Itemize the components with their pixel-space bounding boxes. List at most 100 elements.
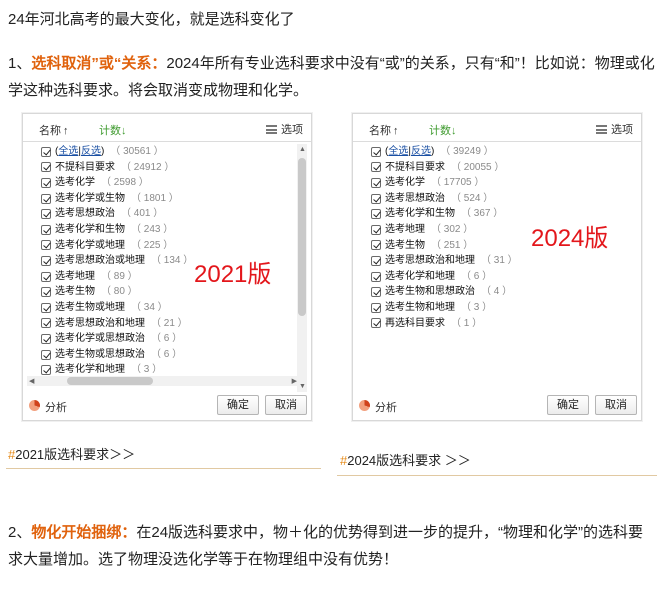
sort-by-count[interactable]: 计数↓ (99, 122, 127, 138)
item-label: 选考生物或思想政治 (55, 348, 145, 360)
checkbox[interactable] (371, 224, 381, 235)
list-item[interactable]: 选考化学 （ 2598 ） (41, 175, 301, 191)
scroll-right-icon[interactable]: ▶ (292, 377, 297, 385)
list-item-select-all[interactable]: (全选 | 反选) （ 39249 ） (371, 144, 631, 160)
scroll-down-icon[interactable]: ▼ (299, 383, 306, 390)
item-count: （ 302 ） (431, 223, 474, 235)
ok-button[interactable]: 确定 (547, 395, 589, 415)
checkbox[interactable] (371, 146, 381, 157)
checkbox[interactable] (371, 240, 381, 251)
item-count: （ 1 ） (451, 317, 483, 329)
list-item-select-all[interactable]: (全选 | 反选) （ 30561 ） (41, 144, 301, 160)
caption-text: 2024版选科要求 ＞＞ (347, 453, 471, 468)
scroll-left-icon[interactable]: ◀ (29, 377, 34, 385)
caption-text: 2021版选科要求＞＞ (15, 447, 136, 462)
list-item[interactable]: 选考化学或思想政治 （ 6 ） (41, 331, 301, 347)
item-label: 选考思想政治 (55, 208, 115, 220)
invert-selection-link[interactable]: 反选 (411, 144, 431, 160)
scroll-thumb[interactable] (298, 158, 306, 316)
list-item[interactable]: 选考思想政治 （ 401 ） (41, 206, 301, 222)
list-item[interactable]: 选考化学 （ 17705 ） (371, 175, 631, 191)
sort-by-name[interactable]: 名称 ↑ (39, 122, 69, 138)
analysis-button[interactable]: 分析 (375, 399, 397, 415)
item-count: （ 21 ） (151, 317, 188, 329)
scroll-up-icon[interactable]: ▲ (299, 146, 306, 153)
list-item[interactable]: 选考化学或地理 （ 225 ） (41, 238, 301, 254)
item-label: 选考地理 (385, 223, 425, 235)
pie-chart-icon[interactable] (359, 400, 370, 411)
menu-icon (266, 125, 277, 134)
invert-selection-link[interactable]: 反选 (81, 144, 101, 160)
list-item[interactable]: 选考思想政治和地理 （ 21 ） (41, 316, 301, 332)
checkbox[interactable] (41, 224, 51, 235)
item-label: 再选科目要求 (385, 317, 445, 329)
checkbox[interactable] (41, 240, 51, 251)
checkbox[interactable] (371, 162, 381, 173)
list-item[interactable]: 选考思想政治和地理 （ 31 ） (371, 253, 631, 269)
list-item[interactable]: 选考思想政治 （ 524 ） (371, 191, 631, 207)
item-count: （ 6 ） (461, 270, 493, 282)
checkbox[interactable] (41, 271, 51, 282)
checkbox[interactable] (41, 333, 51, 344)
checkbox[interactable] (371, 287, 381, 298)
select-all-link[interactable]: 全选 (388, 144, 408, 160)
checkbox[interactable] (41, 287, 51, 298)
item-label: 选考化学 (385, 177, 425, 189)
list-item[interactable]: 选考化学或生物 （ 1801 ） (41, 191, 301, 207)
paragraph-1-prefix: 1、 (8, 55, 32, 72)
scroll-thumb[interactable] (67, 377, 153, 385)
version-label-2021: 2021版 (194, 261, 272, 288)
item-count: （ 6 ） (151, 348, 183, 360)
checkbox[interactable] (41, 209, 51, 220)
select-all-link[interactable]: 全选 (58, 144, 78, 160)
item-count: （ 1801 ） (131, 192, 179, 204)
checkbox[interactable] (41, 365, 51, 376)
options-button[interactable]: 选项 (266, 121, 303, 137)
value-list: (全选 | 反选) （ 39249 ） 不提科目要求 （ 20055 ） 选考化学 （ 1… (371, 144, 631, 384)
list-item[interactable]: 选考生物和地理 （ 3 ） (371, 300, 631, 316)
sort-by-count[interactable]: 计数↓ (429, 122, 457, 138)
item-label: 选考化学和地理 (385, 270, 455, 282)
sort-by-name[interactable]: 名称 ↑ (369, 122, 399, 138)
checkbox[interactable] (41, 193, 51, 204)
checkbox[interactable] (41, 177, 51, 188)
checkbox[interactable] (371, 209, 381, 220)
vertical-scrollbar[interactable]: ▲ ▼ (297, 144, 307, 392)
item-label: 选考生物或地理 (55, 301, 125, 313)
list-item[interactable]: 选考化学和生物 （ 243 ） (41, 222, 301, 238)
checkbox[interactable] (41, 162, 51, 173)
ok-button[interactable]: 确定 (217, 395, 259, 415)
analysis-button[interactable]: 分析 (45, 399, 67, 415)
list-item[interactable]: 再选科目要求 （ 1 ） (371, 316, 631, 332)
checkbox[interactable] (371, 193, 381, 204)
item-label: 选考思想政治或地理 (55, 255, 145, 267)
checkbox[interactable] (41, 318, 51, 329)
list-item[interactable]: 不提科目要求 （ 20055 ） (371, 160, 631, 176)
pie-chart-icon[interactable] (29, 400, 40, 411)
checkbox[interactable] (371, 318, 381, 329)
list-item[interactable]: 选考生物或地理 （ 34 ） (41, 300, 301, 316)
checkbox[interactable] (371, 255, 381, 266)
list-item[interactable]: 选考生物和思想政治 （ 4 ） (371, 284, 631, 300)
list-item[interactable]: 选考生物或思想政治 （ 6 ） (41, 347, 301, 363)
checkbox[interactable] (41, 302, 51, 313)
caption-2024[interactable]: #2024版选科要求 ＞＞ (340, 450, 471, 469)
cancel-button[interactable]: 取消 (595, 395, 637, 415)
checkbox[interactable] (371, 302, 381, 313)
sort-down-icon: ↓ (121, 125, 127, 137)
item-label: 选考地理 (55, 270, 95, 282)
horizontal-scrollbar[interactable]: ◀ ▶ (27, 376, 299, 386)
list-item[interactable]: 选考化学和地理 （ 6 ） (371, 269, 631, 285)
checkbox[interactable] (371, 177, 381, 188)
paragraph-2-highlight: 物化开始捆绑： (31, 524, 137, 541)
options-button[interactable]: 选项 (596, 121, 633, 137)
list-item[interactable]: 不提科目要求 （ 24912 ） (41, 160, 301, 176)
checkbox[interactable] (41, 349, 51, 360)
item-label: 选考化学和生物 (385, 208, 455, 220)
cancel-button[interactable]: 取消 (265, 395, 307, 415)
checkbox[interactable] (41, 146, 51, 157)
checkbox[interactable] (371, 271, 381, 282)
checkbox[interactable] (41, 255, 51, 266)
caption-2021[interactable]: #2021版选科要求＞＞ (8, 444, 135, 463)
panel-footer: 分析 确定 取消 (353, 390, 641, 420)
